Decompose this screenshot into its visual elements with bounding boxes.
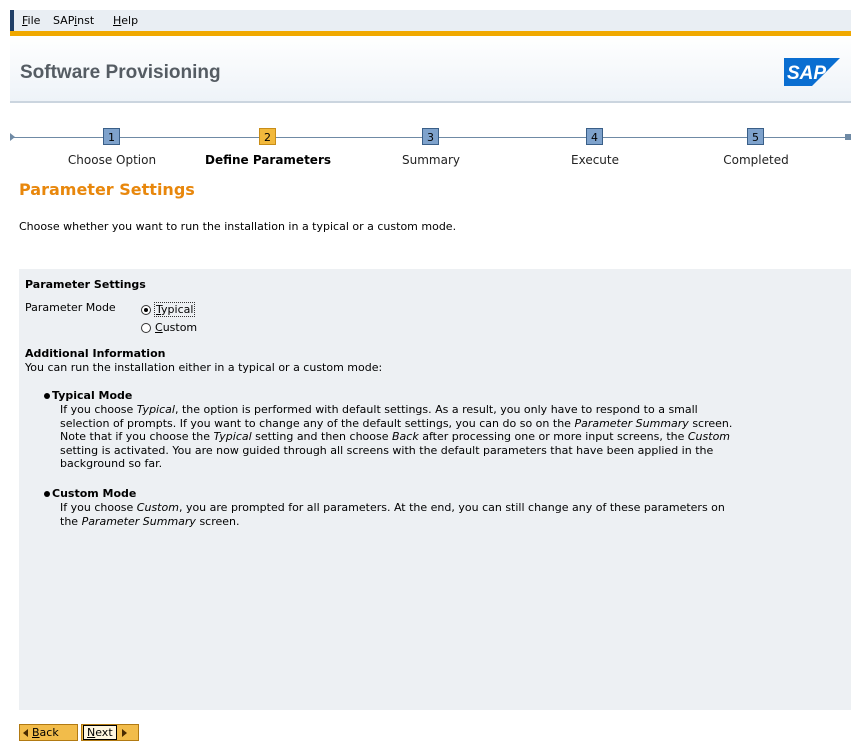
roadmap-step-3-label: Summary [402,153,460,167]
roadmap-end-marker [845,134,851,140]
app-title: Software Provisioning [20,62,221,83]
page-intro: Choose whether you want to run the insta… [19,220,457,233]
menu-sapinst[interactable]: SAPinst [53,14,94,27]
parameter-panel: Parameter Settings Parameter Mode Typica… [19,269,851,710]
roadmap-step-5-label: Completed [723,153,789,167]
next-button[interactable]: Next [81,724,139,741]
roadmap-step-1-label: Choose Option [67,153,157,167]
roadmap-step-3[interactable]: 3 [422,128,439,145]
radio-typical-label[interactable]: Typical [153,302,196,317]
menu-help[interactable]: Help [113,14,138,27]
roadmap-start-arrow [10,133,15,141]
radio-typical-indicator[interactable] [141,304,151,315]
menu-bar: File SAPinst Help [10,10,851,31]
custom-mode-title: Custom Mode [43,487,137,500]
radio-typical[interactable]: Typical [141,302,196,317]
back-button[interactable]: Back [19,724,78,741]
sap-logo: SAP [784,58,840,86]
app-header: Software Provisioning SAP [10,36,851,101]
custom-mode-description: If you choose Custom, you are prompted f… [60,501,725,528]
roadmap-step-4[interactable]: 4 [586,128,603,145]
additional-info-text: You can run the installation either in a… [25,361,383,374]
page-title: Parameter Settings [19,180,195,199]
radio-custom-indicator[interactable] [141,322,151,333]
roadmap-step-4-label: Execute [571,153,619,167]
menu-file[interactable]: File [22,14,40,27]
radio-custom[interactable]: Custom [141,320,197,335]
roadmap-step-5[interactable]: 5 [747,128,764,145]
typical-mode-description: If you choose Typical, the option is per… [60,403,733,471]
roadmap-step-2-label: Define Parameters [204,153,332,167]
roadmap-step-2[interactable]: 2 [259,128,276,145]
additional-info-heading: Additional Information [25,347,166,360]
header-divider [10,101,851,103]
back-arrow-icon [23,728,28,737]
roadmap-step-1[interactable]: 1 [103,128,120,145]
sap-logo-text: SAP [787,63,826,84]
roadmap: 1 Choose Option 2 Define Parameters 3 Su… [0,125,851,170]
section-heading: Parameter Settings [25,278,146,291]
next-arrow-icon [121,728,127,737]
typical-mode-title: Typical Mode [43,389,133,402]
radio-custom-label[interactable]: Custom [155,321,197,334]
parameter-mode-label: Parameter Mode [25,301,116,314]
